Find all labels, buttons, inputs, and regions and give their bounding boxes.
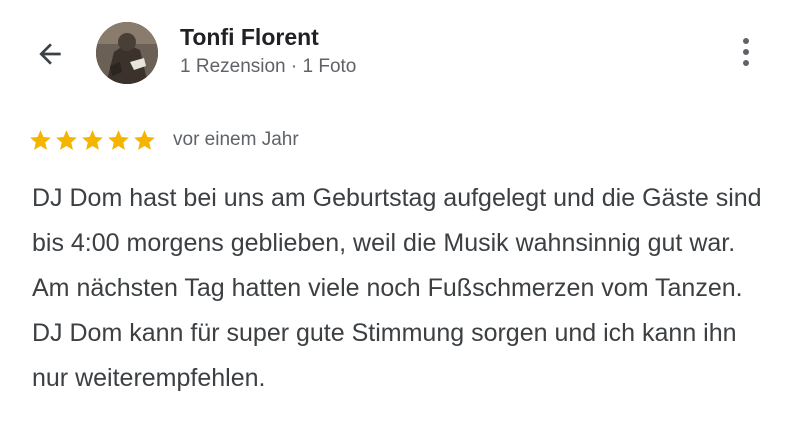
rating-row: vor einem Jahr (28, 126, 299, 154)
star-icon (134, 129, 155, 150)
arrow-left-icon (39, 43, 61, 65)
star-icon (82, 129, 103, 150)
author-name[interactable]: Tonfi Florent (180, 24, 319, 51)
more-vertical-icon-dot (743, 60, 749, 66)
star-icon (30, 129, 51, 150)
avatar[interactable] (96, 22, 158, 84)
author-meta: 1 Rezension · 1 Foto (180, 56, 357, 77)
review-header: Tonfi Florent 1 Rezension · 1 Foto (0, 0, 799, 100)
star-icon (56, 129, 77, 150)
star-rating (28, 128, 157, 153)
review-text: DJ Dom hast bei uns am Geburtstag aufgel… (32, 184, 762, 392)
review-date: vor einem Jahr (173, 129, 299, 150)
star-icon (108, 129, 129, 150)
more-options-button[interactable] (730, 32, 762, 72)
more-vertical-icon (743, 38, 749, 44)
avatar-photo (96, 22, 158, 84)
more-vertical-icon-dot (743, 49, 749, 55)
back-button[interactable] (30, 34, 70, 74)
